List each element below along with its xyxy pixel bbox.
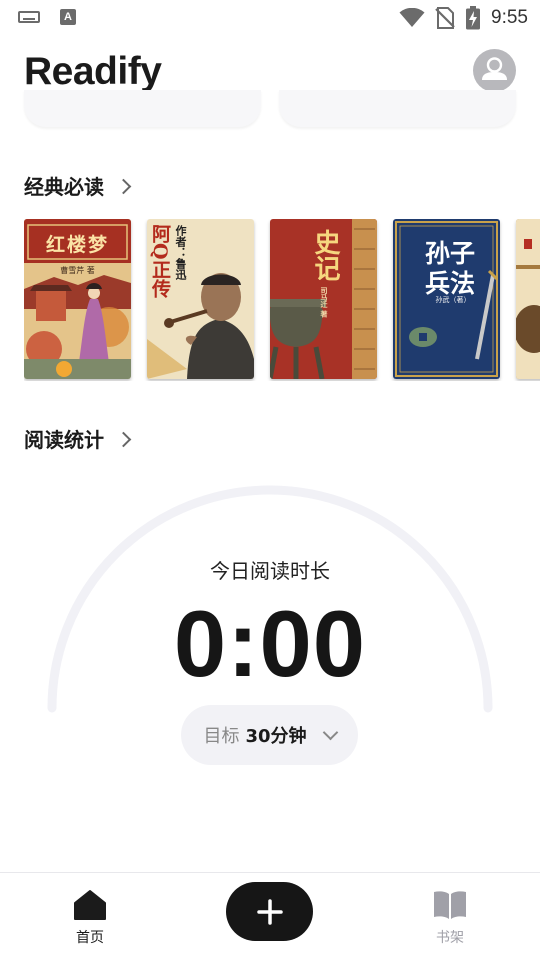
- today-reading-time: 0:00: [173, 591, 367, 696]
- reading-stats-header[interactable]: 阅读统计: [24, 424, 132, 453]
- wifi-icon: [399, 8, 425, 27]
- home-icon: [74, 890, 106, 920]
- status-bar: A 9:55: [0, 0, 540, 36]
- status-right: 9:55: [399, 4, 528, 32]
- nav-home-label: 首页: [76, 930, 104, 946]
- stat-card-right[interactable]: [279, 90, 516, 127]
- nav-bookshelf-label: 书架: [436, 930, 464, 946]
- a-notification-icon: A: [60, 9, 76, 25]
- reading-stats-title: 阅读统计: [24, 428, 104, 452]
- person-icon: [482, 57, 507, 80]
- chevron-down-icon: [322, 724, 338, 741]
- reading-goal-selector[interactable]: 目标 30分钟: [181, 705, 358, 765]
- app-title: Readify: [24, 50, 162, 93]
- nav-home[interactable]: 首页: [45, 873, 135, 960]
- nav-bookshelf[interactable]: 书架: [405, 873, 495, 960]
- book-title: 史记: [310, 229, 340, 281]
- book-cover-shiji[interactable]: 史记 司马迁 著: [270, 219, 377, 379]
- classics-header[interactable]: 经典必读: [24, 171, 132, 200]
- chevron-right-icon: [115, 431, 132, 447]
- today-reading-label: 今日阅读时长: [210, 559, 330, 583]
- goal-value: 30分钟: [245, 726, 307, 747]
- no-sim-icon: [435, 7, 455, 29]
- bottom-nav: 首页 书架: [0, 872, 540, 960]
- plus-icon: [256, 898, 283, 925]
- stat-card-left[interactable]: [24, 90, 261, 127]
- status-time: 9:55: [491, 7, 528, 28]
- book-title: 阿Q正传: [149, 224, 171, 298]
- book-author: 作者：鲁迅: [174, 225, 187, 280]
- book-author: 孙武（著）: [435, 296, 471, 304]
- classics-book-list: 红楼梦 曹雪芹 著 阿Q正传 作者：鲁迅 史记 司马迁 著 孙子兵法 孙武（著）: [24, 219, 540, 381]
- goal-label: 目标: [203, 726, 240, 747]
- keyboard-icon: [18, 11, 40, 23]
- add-button[interactable]: [226, 882, 313, 941]
- classics-title: 经典必读: [24, 175, 104, 199]
- book-cover-sunzibingfa[interactable]: 孙子兵法 孙武（著）: [393, 219, 500, 379]
- chevron-right-icon: [115, 178, 132, 194]
- book-author: 曹雪芹 著: [60, 266, 95, 275]
- book-cover-hongloumeng[interactable]: 红楼梦 曹雪芹 著: [24, 219, 131, 379]
- partial-cover-art: [516, 219, 540, 379]
- user-avatar-icon[interactable]: [473, 49, 516, 92]
- book-title: 红楼梦: [45, 234, 109, 256]
- open-book-icon: [434, 891, 466, 919]
- book-cover-partial[interactable]: [516, 219, 540, 379]
- book-author: 司马迁 著: [320, 287, 329, 318]
- status-left: A: [18, 9, 76, 25]
- book-cover-aqzhengzhuan[interactable]: 阿Q正传 作者：鲁迅: [147, 219, 254, 379]
- book-title: 孙子兵法: [425, 239, 476, 298]
- battery-charging-icon: [466, 6, 481, 30]
